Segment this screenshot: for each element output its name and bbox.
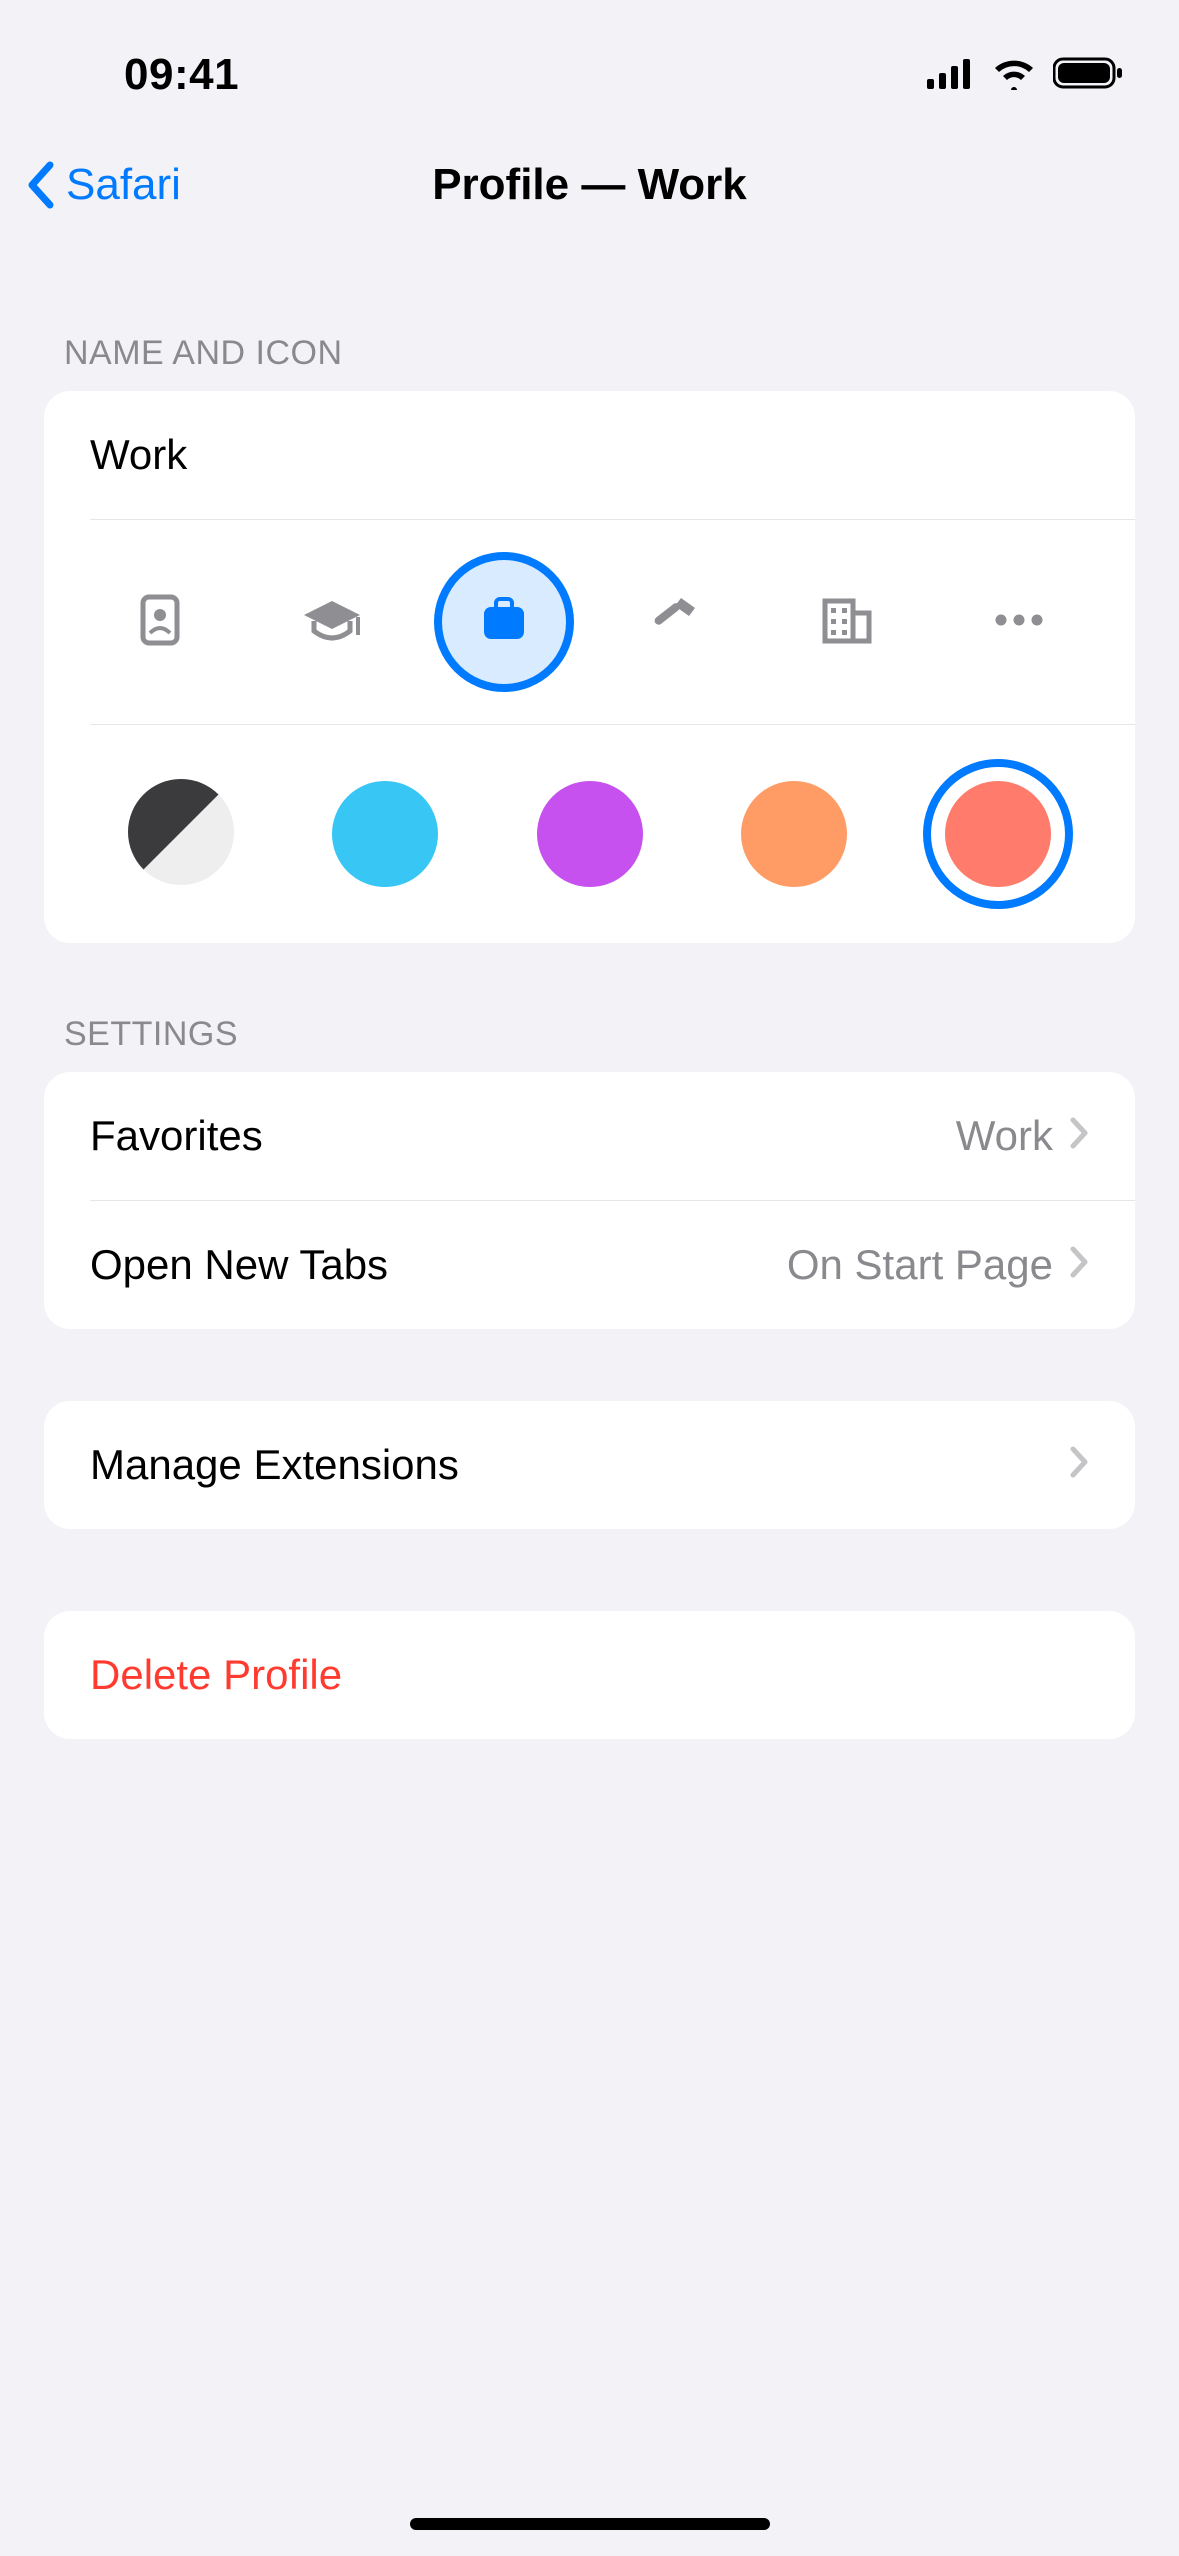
ellipsis-icon xyxy=(992,613,1046,632)
open-new-tabs-label: Open New Tabs xyxy=(90,1241,787,1289)
icon-option-id-badge[interactable] xyxy=(90,552,230,692)
cellular-icon xyxy=(927,57,975,94)
status-bar: 09:41 xyxy=(0,0,1179,130)
orange-swatch-icon xyxy=(741,781,847,887)
graduation-cap-icon xyxy=(300,597,364,648)
favorites-value: Work xyxy=(956,1112,1053,1160)
color-option-coral[interactable] xyxy=(923,759,1073,909)
favorites-label: Favorites xyxy=(90,1112,956,1160)
chevron-right-icon xyxy=(1069,1441,1089,1489)
building-icon xyxy=(820,595,874,650)
hammer-icon xyxy=(647,594,703,651)
chevron-right-icon xyxy=(1069,1241,1089,1289)
chevron-right-icon xyxy=(1069,1112,1089,1160)
purple-swatch-icon xyxy=(537,781,643,887)
two-tone-swatch-icon xyxy=(128,779,234,890)
back-button[interactable]: Safari xyxy=(24,160,181,210)
nav-bar: Safari Profile — Work xyxy=(0,130,1179,240)
color-picker xyxy=(44,725,1135,943)
open-new-tabs-value: On Start Page xyxy=(787,1241,1053,1289)
delete-profile-label: Delete Profile xyxy=(90,1651,342,1699)
profile-name-input[interactable] xyxy=(90,391,1089,519)
favorites-row[interactable]: Favorites Work xyxy=(44,1072,1135,1200)
id-badge-icon xyxy=(139,593,181,652)
section-header-settings: Settings xyxy=(0,1015,1179,1072)
open-new-tabs-row[interactable]: Open New Tabs On Start Page xyxy=(44,1201,1135,1329)
delete-profile-button[interactable]: Delete Profile xyxy=(44,1611,1135,1739)
home-indicator xyxy=(410,2518,770,2530)
chevron-left-icon xyxy=(24,161,58,209)
icon-option-graduation-cap[interactable] xyxy=(262,552,402,692)
icon-option-hammer[interactable] xyxy=(605,552,745,692)
settings-card: Favorites Work Open New Tabs On Start Pa… xyxy=(44,1072,1135,1329)
status-time: 09:41 xyxy=(124,50,239,100)
color-option-purple[interactable] xyxy=(515,759,665,909)
profile-name-row[interactable] xyxy=(44,391,1135,519)
status-indicators xyxy=(927,56,1125,95)
name-icon-card xyxy=(44,391,1135,943)
icon-option-building[interactable] xyxy=(777,552,917,692)
manage-extensions-label: Manage Extensions xyxy=(90,1441,1069,1489)
manage-extensions-row[interactable]: Manage Extensions xyxy=(44,1401,1135,1529)
delete-card: Delete Profile xyxy=(44,1611,1135,1739)
icon-picker xyxy=(44,520,1135,724)
extensions-card: Manage Extensions xyxy=(44,1401,1135,1529)
blue-swatch-icon xyxy=(332,781,438,887)
icon-option-briefcase[interactable] xyxy=(434,552,574,692)
coral-swatch-icon xyxy=(945,781,1051,887)
color-option-two-tone[interactable] xyxy=(106,759,256,909)
battery-icon xyxy=(1053,56,1125,95)
back-label: Safari xyxy=(66,160,181,210)
wifi-icon xyxy=(991,56,1037,95)
section-header-name-icon: Name and Icon xyxy=(0,334,1179,391)
color-option-orange[interactable] xyxy=(719,759,869,909)
color-option-blue[interactable] xyxy=(310,759,460,909)
briefcase-icon xyxy=(479,597,529,648)
icon-option-more[interactable] xyxy=(949,552,1089,692)
